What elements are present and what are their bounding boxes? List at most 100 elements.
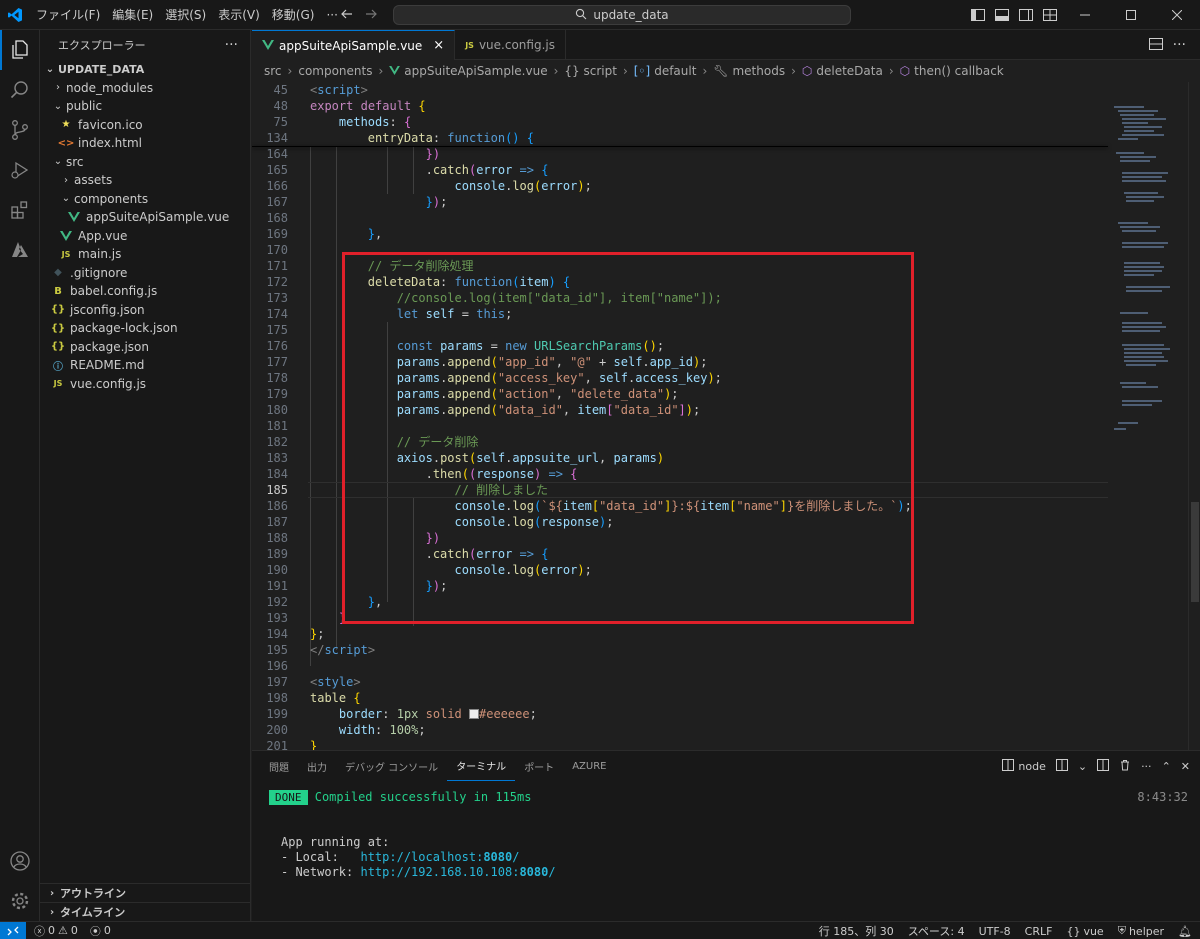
back-arrow-icon[interactable] [340,7,354,24]
new-terminal-icon[interactable] [1055,758,1068,774]
tree-item-jsconfig[interactable]: {} jsconfig.json [40,301,250,320]
editor-scrollbar[interactable] [1188,82,1200,750]
tree-item-src[interactable]: ⌄ src [40,153,250,172]
cursor-position[interactable]: 行 185、列 30 [819,923,894,939]
outline-section[interactable]: › アウトライン [40,883,251,902]
nav-arrows [340,0,378,30]
activity-bar [0,30,40,921]
customize-layout-icon[interactable] [1038,0,1062,30]
ports-status[interactable]: ⦿ 0 [90,923,111,939]
tab-problems[interactable]: 問題 [260,751,298,781]
timeline-section[interactable]: › タイムライン [40,902,251,921]
scrollbar-thumb[interactable] [1191,502,1199,602]
minimize-icon[interactable] [1062,0,1108,30]
code-line-134: 134 entryData: function() { [266,131,534,145]
breadcrumb-file[interactable]: appSuiteApiSample.vue [404,64,547,78]
close-tab-icon[interactable]: × [433,38,444,53]
tab-azure[interactable]: AZURE [563,751,615,781]
split-editor-icon[interactable] [1148,37,1163,53]
breadcrumb-then-callback[interactable]: then() callback [914,64,1004,78]
menu-edit[interactable]: 編集(E) [106,0,159,30]
toggle-secondary-sidebar-icon[interactable] [1014,0,1038,30]
close-panel-icon[interactable]: ✕ [1181,760,1190,773]
tree-item-index-html[interactable]: <> index.html [40,134,250,153]
breadcrumb-src[interactable]: src [264,64,282,78]
tree-item-node-modules[interactable]: › node_modules [40,79,250,98]
tree-item-package-json[interactable]: {} package.json [40,338,250,357]
minimap[interactable] [1108,82,1188,750]
close-window-icon[interactable] [1154,0,1200,30]
more-actions-icon[interactable]: ··· [1141,760,1152,773]
forward-arrow-icon[interactable] [364,7,378,24]
code-line-178: 178 params.append("access_key", self.acc… [266,371,722,385]
terminal-icon [1002,758,1015,774]
sidebar-header: エクスプローラー ··· [40,30,250,60]
explorer-icon[interactable] [0,30,40,70]
problems-status[interactable]: ⓧ 0 ⚠ 0 [34,923,78,939]
language-mode[interactable]: {} vue [1066,925,1103,938]
code-line-196: 196 [266,659,288,673]
menu-view[interactable]: 表示(V) [212,0,266,30]
explorer-more-button[interactable]: ··· [225,37,238,53]
account-icon[interactable] [0,841,40,881]
tree-item-babel-config[interactable]: B babel.config.js [40,282,250,301]
menu-selection[interactable]: 選択(S) [159,0,212,30]
breadcrumb-components[interactable]: components [298,64,372,78]
source-control-icon[interactable] [0,110,40,150]
breadcrumb-deletedata[interactable]: deleteData [816,64,882,78]
explorer-sidebar: エクスプローラー ··· ⌄ UPDATE_DATA › node_module… [40,30,251,921]
terminal-local-line: - Local: http://localhost:8080/ [281,850,520,864]
breadcrumb-script[interactable]: {} script [564,64,617,78]
tree-item-public[interactable]: ⌄ public [40,97,250,116]
tab-appsuiteapisample-vue[interactable]: appSuiteApiSample.vue × [252,30,456,60]
tree-item-package-lock[interactable]: {} package-lock.json [40,319,250,338]
code-editor[interactable]: 45 <script> 48 export default { 75 methods… [252,82,1112,750]
breadcrumb-default[interactable]: default [654,64,696,78]
notifications-bell-icon[interactable]: 🔔︎ [1178,925,1192,938]
command-center[interactable]: update_data [393,5,851,25]
tree-item-assets[interactable]: › assets [40,171,250,190]
tree-item-vue-config[interactable]: JS vue.config.js [40,375,250,394]
tree-item-readme[interactable]: ⓘ README.md [40,356,250,375]
terminal-selector[interactable]: node [1002,758,1046,774]
tree-item-main-js[interactable]: JS main.js [40,245,250,264]
settings-gear-icon[interactable] [0,881,40,921]
chevron-down-icon: ⌄ [53,156,63,168]
encoding[interactable]: UTF-8 [979,925,1011,938]
js-file-icon: JS [61,249,71,259]
menu-go[interactable]: 移動(G) [266,0,321,30]
toggle-panel-icon[interactable] [990,0,1014,30]
chevron-right-icon: › [64,174,68,186]
terminal-output[interactable]: DONE Compiled successfully in 115ms 8:43… [252,781,1200,922]
tab-terminal[interactable]: ターミナル [447,751,516,781]
maximize-panel-icon[interactable]: ⌃ [1162,760,1171,773]
helper-status[interactable]: ⛨ helper [1118,924,1164,938]
search-activity-icon[interactable] [0,70,40,110]
tree-item-gitignore[interactable]: ◆ .gitignore [40,264,250,283]
run-debug-icon[interactable] [0,150,40,190]
tab-debug-console[interactable]: デバッグ コンソール [336,751,447,781]
split-terminal-icon[interactable] [1097,758,1110,774]
toggle-primary-sidebar-icon[interactable] [966,0,990,30]
maximize-icon[interactable] [1108,0,1154,30]
breadcrumb-methods[interactable]: methods [732,64,785,78]
tree-root-update-data[interactable]: ⌄ UPDATE_DATA [40,60,250,79]
azure-icon[interactable] [0,230,40,270]
tab-vue-config-js[interactable]: JS vue.config.js [455,30,566,60]
json-file-icon: {} [50,341,66,353]
tab-ports[interactable]: ポート [515,751,563,781]
tree-item-appsuiteapisample-vue[interactable]: appSuiteApiSample.vue [40,208,250,227]
tree-item-components[interactable]: ⌄ components [40,190,250,209]
trash-icon[interactable] [1119,759,1131,774]
tree-item-favicon[interactable]: ★ favicon.ico [40,116,250,135]
extensions-icon[interactable] [0,190,40,230]
end-of-line[interactable]: CRLF [1025,925,1053,938]
tab-output[interactable]: 出力 [298,751,336,781]
menu-file[interactable]: ファイル(F) [30,0,106,30]
code-line-181: 181 [266,419,288,433]
tree-item-app-vue[interactable]: App.vue [40,227,250,246]
indentation[interactable]: スペース: 4 [908,923,965,939]
remote-indicator-icon[interactable] [0,921,26,939]
chevron-down-icon[interactable]: ⌄ [1078,760,1087,773]
more-actions-icon[interactable]: ··· [1173,37,1186,53]
